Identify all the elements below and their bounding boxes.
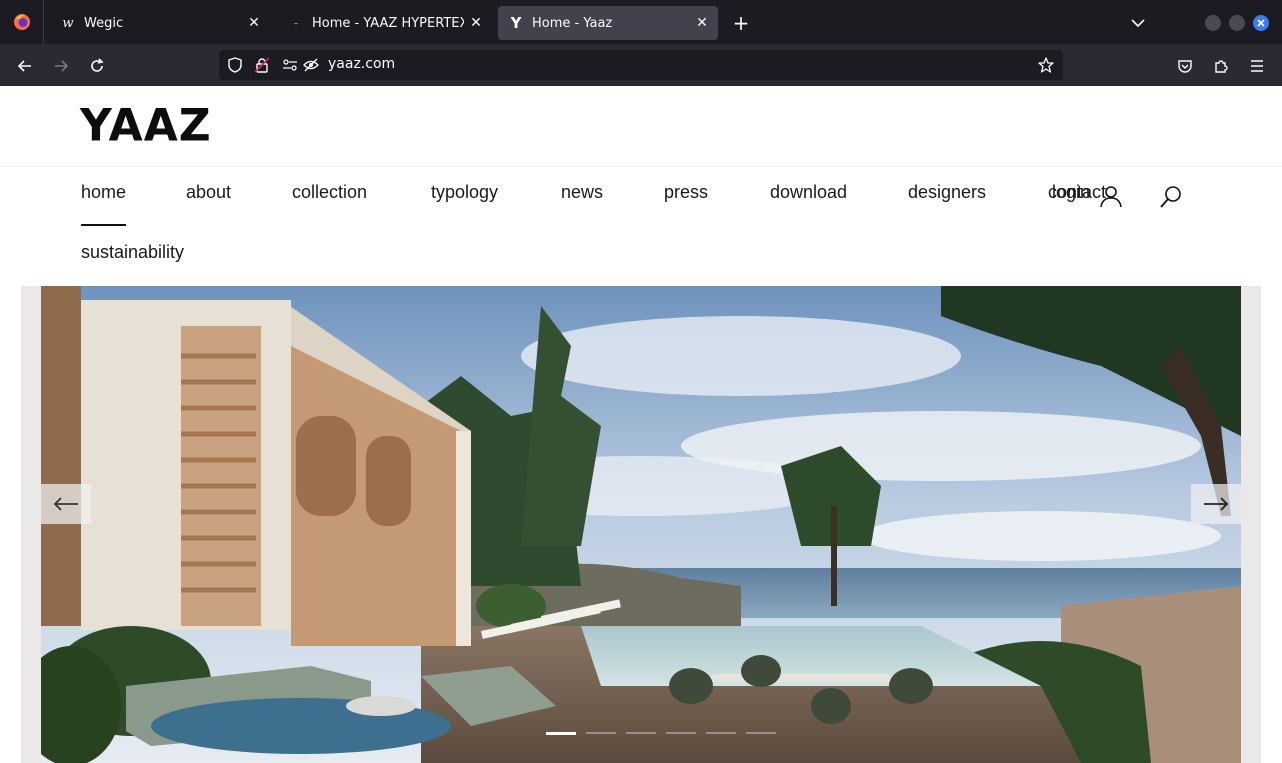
web-page: YAAZ home about collection typology news…	[0, 86, 1282, 763]
nav-collection[interactable]: collection	[292, 182, 367, 203]
tracking-protection-shield-icon[interactable]	[227, 57, 243, 73]
address-bar[interactable]: yaaz.com	[219, 50, 1063, 80]
slider-dot-5[interactable]	[706, 732, 736, 734]
forward-button[interactable]	[47, 52, 75, 80]
bookmark-star-icon[interactable]	[1038, 57, 1054, 73]
hero-slide-image	[41, 286, 1241, 763]
chevron-down-icon	[1131, 19, 1145, 28]
tab-yaaz-hypertext[interactable]: – Home - YAAZ HYPERTEXT ✕	[278, 6, 492, 40]
list-all-tabs-button[interactable]	[1126, 12, 1150, 34]
slider-dot-3[interactable]	[626, 732, 656, 734]
close-icon[interactable]: ✕	[690, 11, 714, 35]
slider-prev-button[interactable]	[41, 484, 91, 524]
permissions-icon[interactable]	[282, 57, 298, 73]
maximize-button[interactable]	[1229, 15, 1245, 31]
app-menu-button[interactable]	[1243, 52, 1271, 80]
arrow-right-icon	[1204, 497, 1229, 511]
close-icon[interactable]: ✕	[464, 11, 488, 35]
arrow-left-icon	[53, 497, 78, 511]
nav-typology[interactable]: typology	[431, 182, 498, 203]
browser-tab-bar: w Wegic ✕ – Home - YAAZ HYPERTEXT ✕ Y Ho…	[0, 0, 1282, 44]
minimize-button[interactable]	[1205, 15, 1221, 31]
reload-button[interactable]	[83, 52, 111, 80]
login-link[interactable]: login	[1052, 182, 1090, 203]
yaaz-favicon-icon: Y	[510, 14, 522, 32]
user-icon[interactable]	[1098, 184, 1124, 210]
nav-download[interactable]: download	[770, 182, 847, 203]
firefox-menu-button[interactable]	[0, 0, 44, 44]
nav-designers[interactable]: designers	[908, 182, 986, 203]
pocket-button[interactable]	[1171, 52, 1199, 80]
search-icon[interactable]	[1158, 184, 1184, 210]
tab-wegic[interactable]: w Wegic ✕	[50, 6, 270, 40]
tracking-blocked-eye-icon[interactable]	[303, 57, 319, 73]
wegic-favicon-icon: w	[62, 15, 74, 31]
window-close-button[interactable]	[1253, 15, 1269, 31]
arrow-right-icon	[55, 60, 69, 72]
pocket-icon	[1178, 60, 1192, 73]
active-nav-underline	[81, 224, 126, 226]
header-divider	[0, 166, 1282, 167]
tab-title: Home - YAAZ HYPERTEXT	[312, 15, 464, 31]
nav-home[interactable]: home	[81, 182, 126, 203]
extensions-button[interactable]	[1207, 52, 1235, 80]
firefox-icon	[13, 14, 30, 30]
new-tab-button[interactable]: +	[728, 10, 754, 36]
hamburger-menu-icon	[1251, 60, 1263, 72]
slider-next-button[interactable]	[1191, 484, 1241, 524]
plus-icon: +	[732, 11, 750, 35]
nav-news[interactable]: news	[561, 182, 603, 203]
slider-dot-4[interactable]	[666, 732, 696, 734]
arrow-left-icon	[17, 60, 31, 72]
close-icon[interactable]: ✕	[242, 11, 266, 35]
reload-icon	[91, 58, 104, 72]
tab-title: Home - Yaaz	[532, 15, 613, 31]
tab-yaaz[interactable]: Y Home - Yaaz ✕	[498, 6, 718, 40]
slider-dot-1[interactable]	[546, 732, 576, 735]
back-button[interactable]	[11, 52, 39, 80]
slider-dot-2[interactable]	[586, 732, 616, 734]
tab-title: Wegic	[84, 15, 124, 31]
yaaz-hypertext-favicon-icon: –	[294, 18, 298, 28]
site-logo[interactable]: YAAZ	[80, 103, 212, 149]
close-icon	[1257, 19, 1265, 27]
slider-dot-6[interactable]	[746, 732, 776, 734]
nav-sustainability[interactable]: sustainability	[81, 242, 184, 263]
insecure-lock-icon[interactable]	[254, 57, 270, 73]
puzzle-icon	[1215, 60, 1228, 73]
nav-press[interactable]: press	[664, 182, 708, 203]
url-text: yaaz.com	[328, 56, 396, 72]
nav-about[interactable]: about	[186, 182, 231, 203]
